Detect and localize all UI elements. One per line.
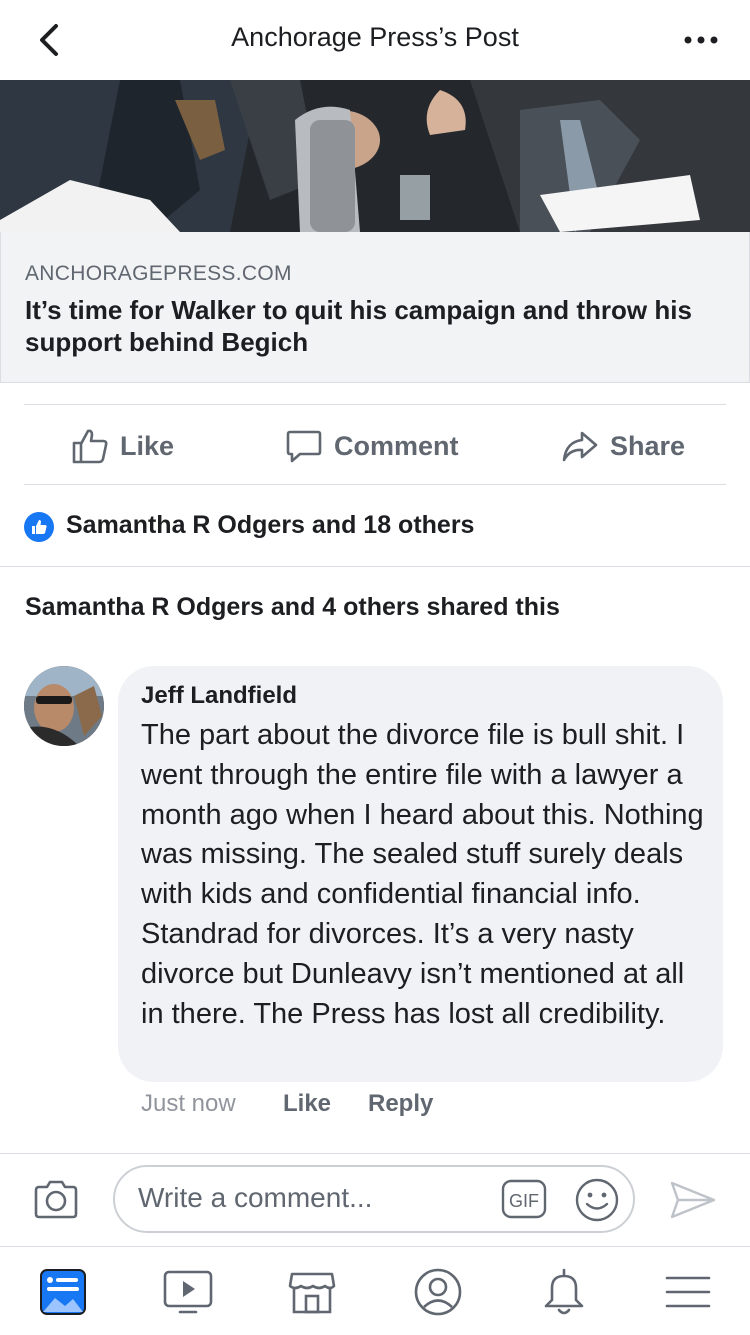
comment-author[interactable]: Jeff Landfield: [141, 682, 297, 710]
page-title: Anchorage Press’s Post: [231, 22, 519, 52]
comment-text: The part about the divorce file is bull …: [141, 719, 704, 1030]
divider: [24, 484, 726, 485]
link-preview-image[interactable]: [0, 80, 750, 232]
smiley-icon: [575, 1178, 619, 1222]
nav-news-feed[interactable]: [37, 1266, 89, 1318]
avatar[interactable]: [24, 666, 104, 746]
emoji-button[interactable]: [574, 1177, 620, 1223]
divider: [24, 404, 726, 405]
watch-icon: [163, 1270, 213, 1314]
share-label: Share: [610, 430, 686, 461]
link-domain: ANCHORAGEPRESS.COM: [25, 262, 292, 285]
comment-reply-button[interactable]: Reply: [368, 1090, 433, 1118]
comment-label: Comment: [334, 430, 459, 461]
bottom-navigation: [0, 1246, 750, 1335]
like-label: Like: [120, 430, 175, 461]
share-button[interactable]: Share: [560, 424, 685, 468]
comment-like-button[interactable]: Like: [283, 1090, 331, 1118]
nav-watch[interactable]: [162, 1266, 214, 1318]
comment-input-placeholder[interactable]: Write a comment...: [138, 1182, 372, 1214]
share-icon: [562, 431, 598, 462]
link-headline[interactable]: It’s time for Walker to quit his campaig…: [25, 294, 725, 358]
ellipsis-icon: [684, 36, 718, 44]
send-button[interactable]: [668, 1178, 718, 1222]
camera-button[interactable]: [32, 1176, 80, 1224]
thumbs-up-icon: [72, 429, 108, 464]
nav-notifications[interactable]: [538, 1266, 590, 1318]
divider: [0, 566, 750, 567]
nav-profile[interactable]: [412, 1266, 464, 1318]
gif-label: GIF: [509, 1191, 539, 1211]
comment-icon: [286, 430, 322, 463]
camera-icon: [34, 1180, 78, 1219]
marketplace-icon: [288, 1272, 336, 1314]
nav-menu[interactable]: [662, 1266, 714, 1318]
comment-button[interactable]: Comment: [284, 424, 459, 468]
nav-marketplace[interactable]: [286, 1266, 338, 1318]
notifications-icon: [544, 1268, 584, 1315]
comment-timestamp: Just now: [141, 1090, 236, 1117]
gif-button[interactable]: GIF: [500, 1177, 548, 1221]
shares-summary[interactable]: Samantha R Odgers and 4 others shared th…: [25, 593, 560, 622]
gif-icon: GIF: [501, 1179, 547, 1219]
reactions-summary[interactable]: Samantha R Odgers and 18 others: [66, 511, 474, 540]
profile-icon: [414, 1268, 462, 1316]
send-icon: [670, 1181, 716, 1219]
news-feed-icon: [40, 1269, 86, 1315]
like-button[interactable]: Like: [70, 424, 174, 468]
more-options-button[interactable]: [682, 24, 722, 54]
menu-icon: [665, 1276, 711, 1308]
like-reaction-icon: [24, 512, 54, 542]
